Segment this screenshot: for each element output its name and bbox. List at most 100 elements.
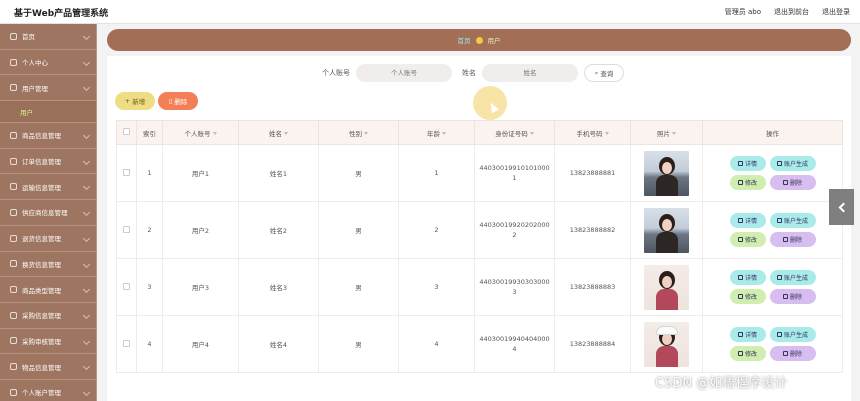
sidebar-item-purchase-audit[interactable]: 采购审核管理: [0, 329, 96, 355]
sidebar-item-shipping[interactable]: 运输信息管理: [0, 174, 96, 201]
breadcrumb-home[interactable]: 首页: [458, 35, 471, 45]
row-checkbox[interactable]: [123, 168, 130, 176]
sidebar: 首页 个人中心 用户管理 用户 商品信息管理 订单信息管理 运输信息管理 供应商…: [0, 24, 97, 401]
sidebar-item-categories[interactable]: 商品类型管理: [0, 277, 96, 303]
delete-button[interactable]: 删除: [769, 289, 816, 304]
sort-icon[interactable]: [604, 132, 609, 135]
detail-icon: [737, 218, 743, 223]
audit-icon: [10, 337, 17, 345]
watermark: CSDN @如梧程序设计: [655, 376, 788, 391]
cell-gender: 男: [318, 258, 399, 316]
column-header-index: 索引: [136, 120, 163, 145]
name-search-label: 姓名: [462, 69, 476, 77]
detail-button[interactable]: 详情: [729, 213, 766, 228]
account-generate-button[interactable]: 账户生成: [769, 213, 816, 228]
account-search-input[interactable]: [356, 64, 452, 82]
select-all-checkbox[interactable]: [123, 128, 130, 135]
chevron-down-icon: [82, 260, 91, 268]
edit-button[interactable]: 修改: [729, 175, 766, 190]
cell-phone: 13823888883: [554, 258, 631, 316]
chevron-down-icon: [82, 209, 91, 217]
row-checkbox[interactable]: [123, 282, 130, 290]
add-button[interactable]: + 新增: [115, 92, 155, 110]
delete-button[interactable]: 删除: [769, 175, 816, 190]
account-generate-button[interactable]: 账户生成: [769, 270, 816, 285]
sidebar-item-home[interactable]: 首页: [0, 24, 96, 50]
sidebar-item-exchanges[interactable]: 换货信息管理: [0, 252, 96, 278]
detail-button[interactable]: 详情: [729, 327, 766, 342]
search-button[interactable]: ⌕ 查询: [584, 64, 624, 82]
trash-icon: [782, 351, 788, 356]
row-checkbox[interactable]: [123, 339, 130, 347]
batch-delete-button[interactable]: ▯ 删除: [158, 92, 198, 110]
column-header-gender[interactable]: 性别: [318, 120, 399, 145]
edit-icon: [737, 180, 743, 185]
sidebar-item-suppliers[interactable]: 供应商信息管理: [0, 200, 96, 226]
sort-icon[interactable]: [442, 132, 446, 135]
row-checkbox[interactable]: [123, 225, 130, 233]
user-photo[interactable]: [644, 207, 689, 253]
sort-icon[interactable]: [364, 132, 368, 135]
trash-icon: [782, 180, 788, 185]
cell-gender: 男: [318, 315, 399, 373]
account-generate-button[interactable]: 账户生成: [769, 327, 816, 342]
side-collapse-tab[interactable]: [829, 189, 854, 225]
detail-button[interactable]: 详情: [729, 270, 766, 285]
cell-id-number: 440300199404040004: [474, 315, 555, 373]
sort-icon[interactable]: [529, 132, 534, 135]
column-header-photo[interactable]: 照片: [630, 120, 703, 145]
breadcrumb-separator-icon: [475, 36, 483, 44]
sidebar-item-products[interactable]: 商品信息管理: [0, 123, 96, 149]
logout-link[interactable]: 退出登录: [822, 7, 850, 17]
trash-icon: [782, 237, 788, 242]
sidebar-item-users[interactable]: 用户管理: [0, 75, 96, 102]
detail-button[interactable]: 详情: [729, 156, 766, 171]
table-row: 2 用户2 姓名2 男 2 440300199202020002 1382388…: [116, 201, 843, 259]
cell-account: 用户1: [162, 144, 239, 202]
sidebar-subitem-user[interactable]: 用户: [0, 101, 96, 124]
sidebar-item-profile[interactable]: 个人中心: [0, 50, 96, 76]
account-generate-button[interactable]: 账户生成: [769, 156, 816, 171]
name-search-input[interactable]: [482, 64, 578, 82]
admin-user-label: 管理员 abo: [724, 8, 761, 16]
truck-icon: [10, 183, 17, 191]
row-actions: 详情 账户生成 修改 删除: [703, 270, 842, 304]
go-frontend-link[interactable]: 退出到前台: [774, 7, 809, 17]
sidebar-item-accounts[interactable]: 个人账户管理: [0, 380, 96, 401]
column-header-phone[interactable]: 手机号码: [554, 120, 631, 145]
column-header-name[interactable]: 姓名: [238, 120, 319, 145]
edit-button[interactable]: 修改: [729, 346, 766, 361]
sidebar-item-orders[interactable]: 订单信息管理: [0, 149, 96, 175]
plus-icon: +: [124, 97, 131, 105]
cell-index: 4: [136, 315, 163, 373]
sort-icon[interactable]: [212, 132, 217, 135]
chevron-down-icon: [82, 363, 91, 371]
user-photo[interactable]: [644, 321, 689, 367]
row-actions: 详情 账户生成 修改 删除: [703, 156, 842, 190]
chevron-down-icon: [82, 84, 91, 92]
delete-button[interactable]: 删除: [769, 346, 816, 361]
chevron-down-icon: [82, 183, 91, 191]
sidebar-item-items[interactable]: 物品信息管理: [0, 354, 96, 380]
column-header-id-number[interactable]: 身份证号码: [474, 120, 555, 145]
delete-button[interactable]: 删除: [769, 232, 816, 247]
column-header-age[interactable]: 年龄: [398, 120, 475, 145]
select-all-header[interactable]: [116, 120, 137, 145]
users-icon: [10, 84, 17, 92]
edit-button[interactable]: 修改: [729, 289, 766, 304]
cell-id-number: 440300199303030003: [474, 258, 555, 316]
search-icon: ⌕: [594, 68, 599, 77]
edit-button[interactable]: 修改: [729, 232, 766, 247]
trash-icon: ▯: [168, 97, 173, 105]
sort-icon[interactable]: [672, 132, 676, 135]
sidebar-item-purchases[interactable]: 采购信息管理: [0, 303, 96, 329]
user-photo[interactable]: [644, 150, 689, 196]
column-header-account[interactable]: 个人账号: [162, 120, 239, 145]
cell-index: 3: [136, 258, 163, 316]
supplier-icon: [10, 208, 17, 216]
user-photo[interactable]: [644, 264, 689, 310]
sidebar-item-returns[interactable]: 退货信息管理: [0, 226, 96, 252]
breadcrumb: 首页 用户: [107, 29, 851, 51]
chevron-down-icon: [82, 234, 91, 242]
sort-icon[interactable]: [284, 132, 288, 135]
